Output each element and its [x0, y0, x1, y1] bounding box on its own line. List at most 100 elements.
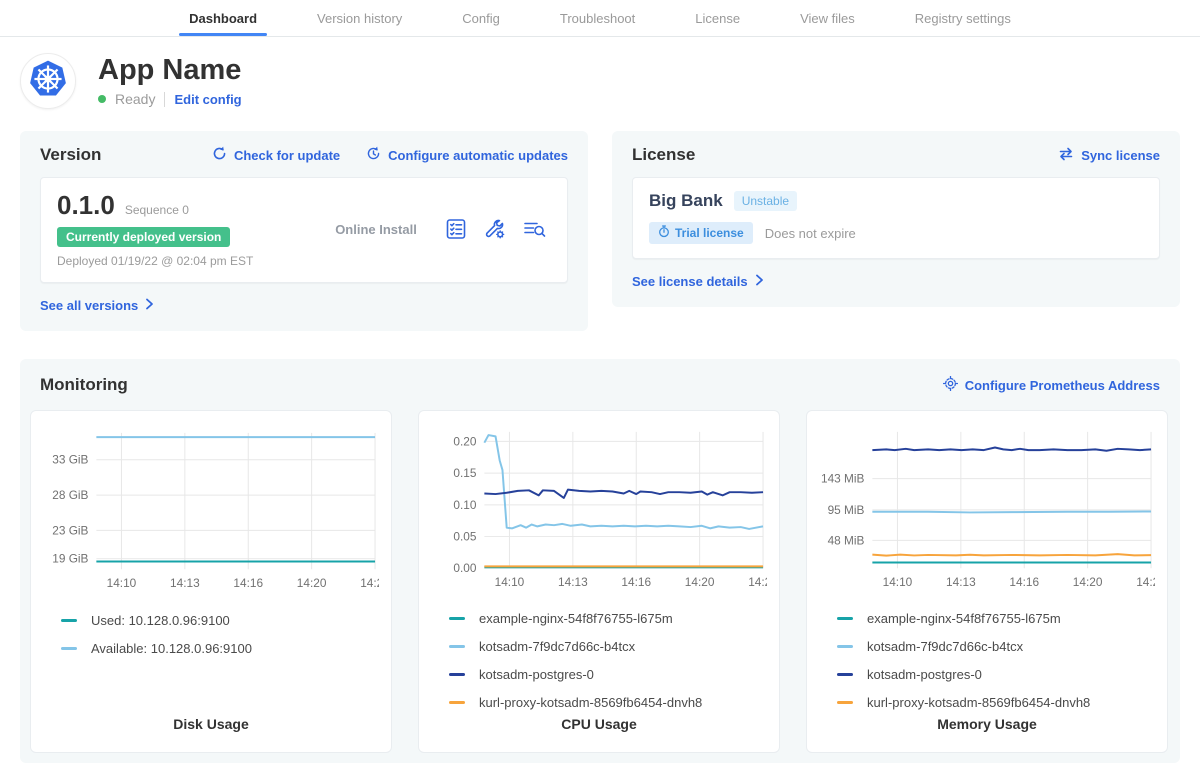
license-detail-card: Big Bank Unstable Trial license Does not…: [632, 177, 1160, 259]
gear-icon: [943, 376, 958, 394]
memory-usage-legend: example-nginx-54f8f76755-l675mkotsadm-7f…: [819, 604, 1155, 716]
legend-label: kotsadm-7f9dc7d66c-b4tcx: [479, 639, 635, 654]
tab-version-history[interactable]: Version history: [315, 0, 404, 36]
y-axis-tick: 19 GiB: [52, 552, 88, 566]
legend-item: example-nginx-54f8f76755-l675m: [449, 604, 767, 632]
legend-swatch: [61, 647, 77, 650]
x-axis-tick: 14:16: [233, 576, 263, 590]
y-axis-tick: 23 GiB: [52, 523, 88, 537]
tab-config[interactable]: Config: [460, 0, 502, 36]
cpu-usage-chart-card: 0.200.150.100.050.0014:1014:1314:1614:20…: [418, 410, 780, 753]
memory-usage-chart: 143 MiB95 MiB48 MiB14:1014:1314:1614:201…: [819, 424, 1155, 592]
see-all-versions-link[interactable]: See all versions: [40, 298, 154, 313]
legend-item: kurl-proxy-kotsadm-8569fb6454-dnvh8: [449, 688, 767, 716]
legend-item: Used: 10.128.0.96:9100: [61, 606, 379, 634]
legend-label: kurl-proxy-kotsadm-8569fb6454-dnvh8: [479, 695, 702, 710]
chevron-right-icon: [145, 298, 154, 313]
channel-badge: Unstable: [734, 191, 797, 211]
series-line: [484, 435, 763, 529]
chevron-right-icon: [755, 274, 764, 289]
check-for-update-label: Check for update: [234, 148, 340, 163]
disk-usage-legend: Used: 10.128.0.96:9100 Available: 10.128.…: [43, 606, 379, 662]
tab-view-files[interactable]: View files: [798, 0, 857, 36]
cpu-usage-chart: 0.200.150.100.050.0014:1014:1314:1614:20…: [431, 424, 767, 592]
current-version-card: 0.1.0 Sequence 0 Currently deployed vers…: [40, 177, 568, 283]
legend-swatch: [837, 645, 853, 648]
y-axis-tick: 95 MiB: [828, 503, 865, 517]
legend-label: Available: 10.128.0.96:9100: [91, 641, 252, 656]
cpu-usage-chart-title: CPU Usage: [431, 716, 767, 734]
legend-item: kotsadm-postgres-0: [837, 660, 1155, 688]
sync-arrows-icon: [1058, 147, 1074, 164]
config-wrench-icon[interactable]: [484, 218, 506, 240]
x-axis-tick: 14:16: [1009, 575, 1039, 589]
version-number: 0.1.0: [57, 190, 115, 221]
y-axis-tick: 0.20: [453, 434, 476, 448]
legend-label: kotsadm-postgres-0: [867, 667, 982, 682]
sync-license-link[interactable]: Sync license: [1058, 147, 1160, 164]
legend-item: kurl-proxy-kotsadm-8569fb6454-dnvh8: [837, 688, 1155, 716]
memory-usage-chart-card: 143 MiB95 MiB48 MiB14:1014:1314:1614:201…: [806, 410, 1168, 753]
check-for-update-link[interactable]: Check for update: [212, 146, 340, 164]
tab-registry-settings[interactable]: Registry settings: [913, 0, 1013, 36]
y-axis-tick: 28 GiB: [52, 488, 88, 502]
legend-label: kotsadm-7f9dc7d66c-b4tcx: [867, 639, 1023, 654]
legend-item: kotsadm-postgres-0: [449, 660, 767, 688]
sequence-label: Sequence 0: [125, 203, 189, 217]
legend-item: Available: 10.128.0.96:9100: [61, 634, 379, 662]
series-line: [872, 554, 1151, 555]
configure-automatic-updates-link[interactable]: Configure automatic updates: [366, 146, 568, 164]
status-dot: [98, 95, 106, 103]
tab-troubleshoot[interactable]: Troubleshoot: [558, 0, 637, 36]
legend-swatch: [837, 617, 853, 620]
x-axis-tick: 14:23: [748, 575, 767, 589]
series-line: [484, 490, 763, 498]
edit-config-link[interactable]: Edit config: [174, 92, 241, 107]
page-title: App Name: [98, 55, 242, 87]
legend-swatch: [837, 701, 853, 704]
monitoring-panel: Monitoring Configure Prometheus Address …: [20, 359, 1180, 763]
y-axis-tick: 33 GiB: [52, 453, 88, 467]
see-license-details-link[interactable]: See license details: [632, 274, 764, 289]
app-header: App Name Ready Edit config: [0, 37, 1200, 123]
legend-swatch: [449, 673, 465, 676]
y-axis-tick: 0.00: [453, 561, 476, 575]
see-all-versions-label: See all versions: [40, 298, 138, 313]
view-logs-icon[interactable]: [523, 218, 547, 240]
x-axis-tick: 14:20: [1073, 575, 1103, 589]
x-axis-tick: 14:10: [495, 575, 525, 589]
preflight-checklist-icon[interactable]: [445, 218, 467, 240]
kubernetes-icon: [26, 57, 70, 106]
memory-usage-chart-title: Memory Usage: [819, 716, 1155, 734]
y-axis-tick: 48 MiB: [828, 533, 865, 547]
x-axis-tick: 14:16: [621, 575, 651, 589]
install-type-label: Online Install: [307, 222, 445, 237]
legend-swatch: [449, 617, 465, 620]
configure-prometheus-link[interactable]: Configure Prometheus Address: [943, 376, 1160, 394]
see-license-details-label: See license details: [632, 274, 748, 289]
x-axis-tick: 14:10: [107, 576, 137, 590]
legend-item: kotsadm-7f9dc7d66c-b4tcx: [837, 632, 1155, 660]
y-axis-tick: 143 MiB: [821, 472, 865, 486]
license-expiry: Does not expire: [765, 226, 856, 241]
x-axis-tick: 14:10: [883, 575, 913, 589]
disk-usage-chart: 33 GiB28 GiB23 GiB19 GiB14:1014:1314:161…: [43, 424, 379, 594]
y-axis-tick: 0.10: [453, 498, 476, 512]
legend-swatch: [61, 619, 77, 622]
legend-item: kotsadm-7f9dc7d66c-b4tcx: [449, 632, 767, 660]
legend-label: Used: 10.128.0.96:9100: [91, 613, 230, 628]
top-nav: Dashboard Version history Config Trouble…: [0, 0, 1200, 37]
x-axis-tick: 14:13: [946, 575, 976, 589]
stopwatch-icon: [658, 225, 670, 241]
legend-label: kurl-proxy-kotsadm-8569fb6454-dnvh8: [867, 695, 1090, 710]
legend-label: example-nginx-54f8f76755-l675m: [479, 611, 673, 626]
tab-dashboard[interactable]: Dashboard: [187, 0, 259, 36]
x-axis-tick: 14:20: [685, 575, 715, 589]
license-panel-title: License: [632, 145, 695, 165]
y-axis-tick: 0.15: [453, 466, 476, 480]
series-line: [872, 511, 1151, 512]
app-logo: [20, 53, 76, 109]
tab-license[interactable]: License: [693, 0, 742, 36]
schedule-clock-icon: [366, 146, 381, 164]
x-axis-tick: 14:13: [558, 575, 588, 589]
